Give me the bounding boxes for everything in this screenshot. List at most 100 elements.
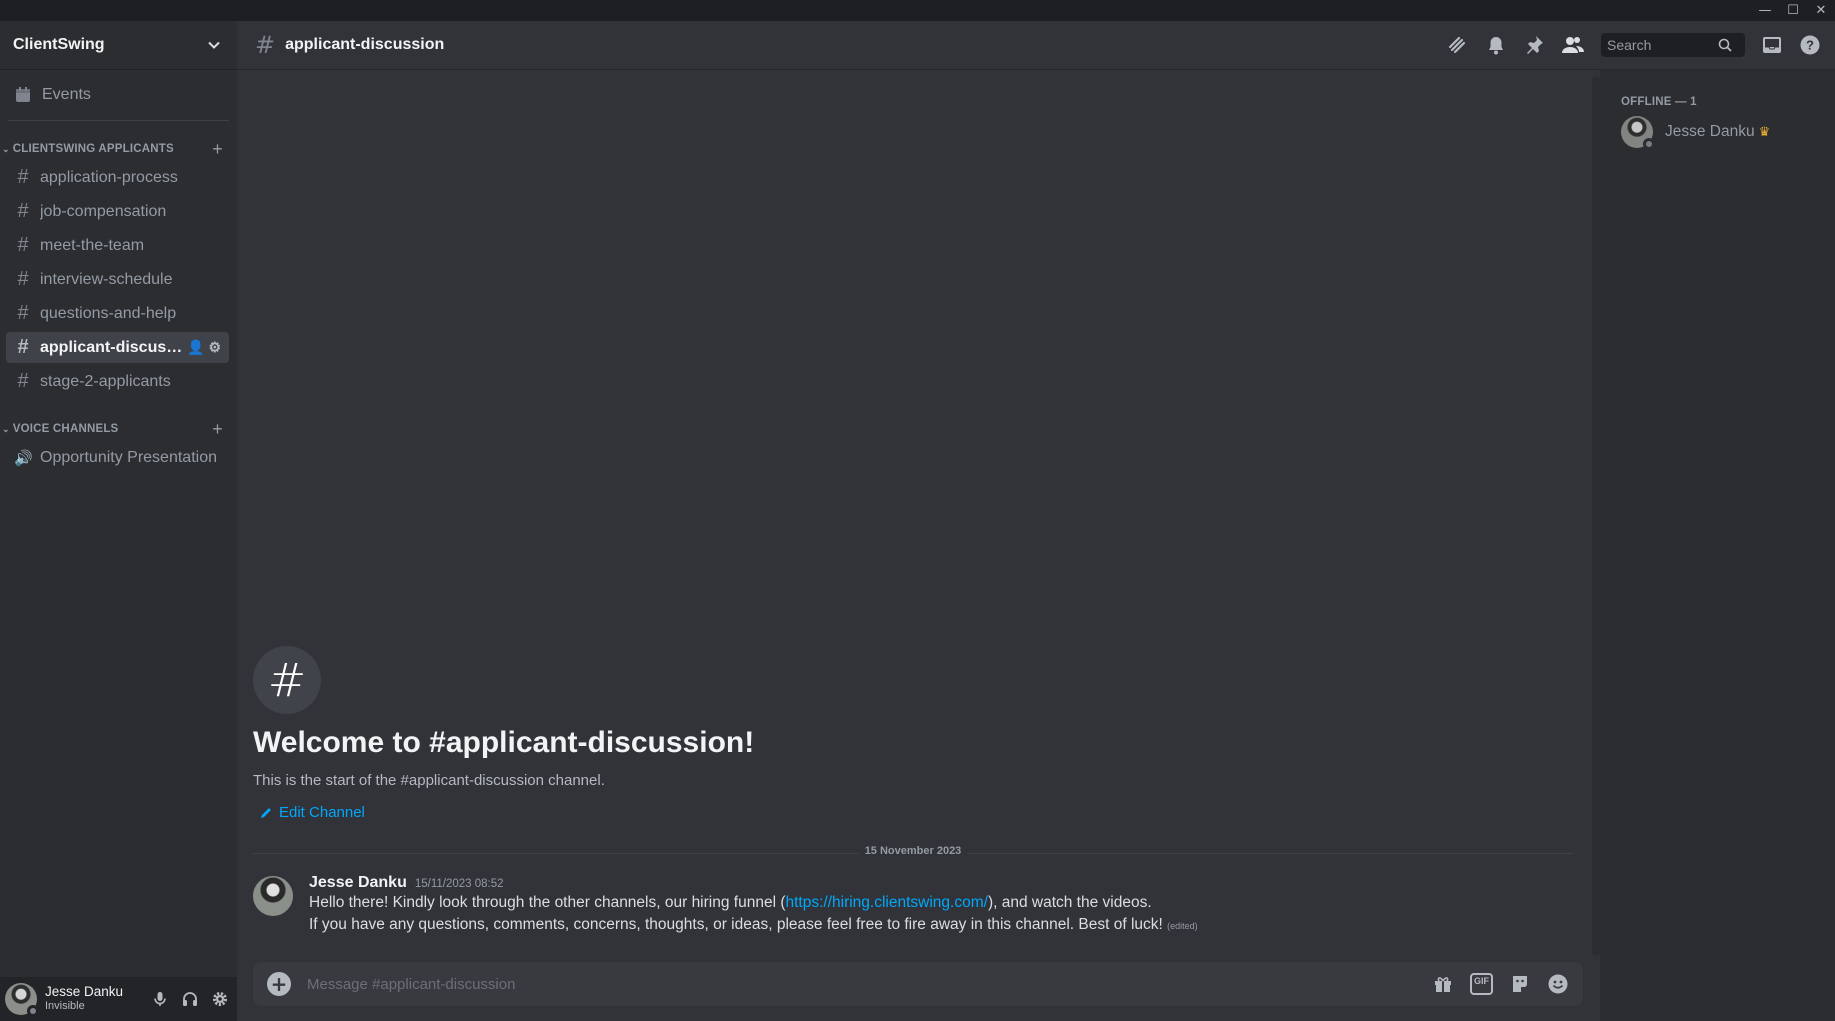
gif-button[interactable]: GIF [1470,973,1493,995]
message-input[interactable] [307,975,1432,993]
window-controls: — ☐ ✕ [1751,0,1835,21]
message-composer: + GIF [253,962,1583,1006]
user-info[interactable]: Jesse Danku Invisible [45,985,151,1013]
channel-job-compensation[interactable]: # job-compensation [6,196,229,227]
window-titlebar: — ☐ ✕ [0,0,1835,21]
close-button[interactable]: ✕ [1807,0,1835,21]
channel-label: Opportunity Presentation [40,448,217,466]
channel-questions-and-help[interactable]: # questions-and-help [6,298,229,329]
edited-label: (edited) [1167,921,1198,931]
server-name: ClientSwing [13,36,105,53]
user-panel: Jesse Danku Invisible [0,977,237,1021]
channel-label: stage-2-applicants [40,372,171,390]
locked-hash-icon: # [17,370,29,392]
members-offline-heading: OFFLINE — 1 [1621,96,1697,108]
channel-label: job-compensation [40,202,167,220]
message-timestamp: 15/11/2023 08:52 [414,878,504,890]
avatar[interactable] [253,876,293,916]
channel-hash-icon: # [253,646,321,714]
message-author[interactable]: Jesse Danku [309,874,407,892]
channel-label: applicant-discussion [40,338,187,356]
hash-icon: # [17,336,29,358]
member-name: Jesse Danku [1665,123,1755,140]
chat-scrollbar[interactable] [1592,76,1600,956]
minimize-button[interactable]: — [1751,0,1779,21]
search-input[interactable] [1607,37,1717,53]
channel-label: application-process [40,168,178,186]
chevron-down-icon: ⌄ [2,423,10,434]
bell-icon[interactable] [1485,34,1507,56]
calendar-icon [16,87,30,102]
member-item[interactable]: Jesse Danku ♛ [1621,114,1835,150]
hiring-funnel-link[interactable]: https://hiring.clientswing.com/ [785,894,987,911]
status-indicator [27,1005,39,1017]
voice-channel-opportunity-presentation[interactable]: 🔊 Opportunity Presentation [6,442,229,473]
welcome-subtitle: This is the start of the #applicant-disc… [253,772,605,789]
sidebar-divider [8,120,229,121]
message-line-2: If you have any questions, comments, con… [309,916,1198,933]
category-clientswing-applicants[interactable]: ⌄ CLIENTSWING APPLICANTS + [0,139,237,159]
add-attachment-button[interactable]: + [267,972,291,996]
edit-channel-label: Edit Channel [279,804,365,821]
hash-icon: # [17,302,29,324]
member-list: OFFLINE — 1 Jesse Danku ♛ [1600,70,1835,1021]
channel-applicant-discussion[interactable]: # applicant-discussion 👤 ⚙ [6,332,229,363]
channel-application-process[interactable]: # application-process [6,162,229,193]
status-indicator [1643,138,1655,150]
sticker-icon[interactable] [1509,973,1531,995]
search-box[interactable] [1601,33,1745,57]
emoji-icon[interactable] [1547,973,1569,995]
crown-icon: ♛ [1758,124,1771,140]
gift-icon[interactable] [1432,973,1454,995]
avatar[interactable] [5,983,39,1017]
add-channel-icon[interactable]: + [212,419,223,440]
events-label: Events [42,86,91,103]
date-divider-label: 15 November 2023 [858,845,968,857]
channel-stage-2-applicants[interactable]: # stage-2-applicants [6,366,229,397]
svg-text:?: ? [1806,38,1814,53]
category-voice-channels[interactable]: ⌄ VOICE CHANNELS + [0,419,237,439]
hash-icon: # [17,234,29,256]
microphone-icon[interactable] [151,990,169,1008]
category-label: VOICE CHANNELS [12,423,119,435]
gear-icon[interactable]: ⚙ [208,339,221,356]
hash-icon: # [17,268,29,290]
date-divider: 15 November 2023 [253,845,1573,857]
events-item[interactable]: Events [8,78,229,112]
channel-header: # applicant-discussion ? [237,21,1835,70]
channel-label: meet-the-team [40,236,145,254]
avatar [1621,116,1655,150]
member-list-icon[interactable] [1561,34,1585,56]
chevron-down-icon: ⌄ [2,143,10,154]
chat-area: # Welcome to #applicant-discussion! This… [237,70,1597,1021]
welcome-title: Welcome to #applicant-discussion! [253,726,755,759]
server-header[interactable]: ClientSwing [0,21,237,70]
threads-icon[interactable] [1445,33,1469,57]
help-icon[interactable]: ? [1799,34,1821,56]
channel-label: interview-schedule [40,270,173,288]
channel-meet-the-team[interactable]: # meet-the-team [6,230,229,261]
add-channel-icon[interactable]: + [212,139,223,160]
inbox-icon[interactable] [1761,34,1783,56]
pencil-icon [261,807,271,818]
category-label: CLIENTSWING APPLICANTS [12,143,174,155]
message-line-1: Hello there! Kindly look through the oth… [309,894,1152,911]
channel-label: questions-and-help [40,304,177,322]
channel-title: applicant-discussion [285,36,445,53]
hash-icon: # [255,31,276,59]
channel-interview-schedule[interactable]: # interview-schedule [6,264,229,295]
edit-channel-link[interactable]: Edit Channel [259,804,365,821]
headphones-icon[interactable] [181,990,199,1008]
hash-icon: # [17,166,29,188]
hash-icon: # [17,200,29,222]
gear-icon[interactable] [211,990,229,1008]
search-icon [1718,38,1732,52]
maximize-button[interactable]: ☐ [1779,0,1807,21]
message: Jesse Danku 15/11/2023 08:52 Hello there… [253,874,1573,937]
pin-icon[interactable] [1523,34,1545,56]
create-invite-icon[interactable]: 👤 [187,339,204,356]
speaker-icon: 🔊 [14,449,33,467]
user-status: Invisible [45,1000,85,1012]
username: Jesse Danku [45,984,124,999]
channel-sidebar: ClientSwing Events ⌄ CLIENTSWING APPLICAN… [0,21,237,1021]
